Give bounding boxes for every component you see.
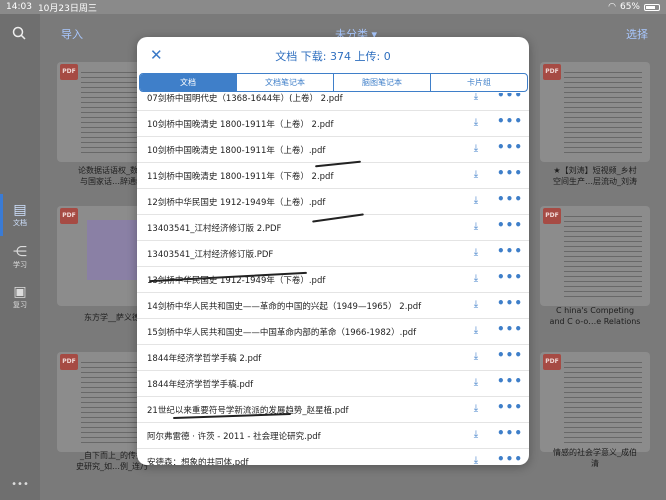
card-title: C hina's Competing and C o-o…e Relations [549,306,641,326]
more-options-icon[interactable]: ••• [497,452,523,465]
pdf-icon: PDF [60,208,78,224]
file-name: 12剑桥中华民国史 1912-1949年（上卷）.pdf [147,198,326,208]
download-icon[interactable]: ⤓ [470,143,482,155]
card-title: 情感的社会学意义_成伯清 [553,448,637,468]
more-options-icon[interactable]: ••• [497,218,523,232]
pdf-icon: PDF [543,208,561,224]
file-name: 11剑桥中国晚清史 1800-1911年（下卷） 2.pdf [147,172,334,182]
search-icon[interactable] [12,26,26,40]
file-row[interactable]: 13剑桥中华民国史 1912-1949年（下卷）.pdf ⤓ ••• [137,267,529,293]
file-name: 安德森：想象的共同体.pdf [147,458,249,465]
status-bar: 14:03 10月23日周三 ◠ 65% [0,0,666,14]
tab-document-notebooks[interactable]: 文档笔记本 [236,74,333,91]
more-options-icon[interactable]: ••• [497,296,523,310]
file-row[interactable]: 07剑桥中国明代史（1368-1644年）(上卷） 2.pdf ⤓ ••• [137,93,529,111]
file-name: 10剑桥中国晚清史 1800-1911年（上卷）.pdf [147,146,326,156]
file-name: 1844年经济学哲学手稿 2.pdf [147,354,262,364]
more-options-icon[interactable]: ••• [497,322,523,336]
card-title: ★【刘涛】短视频_乡村 空间生产…层流动_刘涛 [553,166,637,186]
more-options-icon[interactable]: ••• [497,374,523,388]
download-icon[interactable]: ⤓ [470,273,482,285]
documents-modal: ✕ 文档 下载: 374 上传: 0 文档 文档笔记本 脑图笔记本 卡片组 07… [137,37,529,465]
download-icon[interactable]: ⤓ [470,117,482,129]
document-card[interactable]: PDF [540,62,650,162]
download-icon[interactable]: ⤓ [470,325,482,337]
download-icon[interactable]: ⤓ [470,377,482,389]
battery-icon [644,3,660,11]
file-row[interactable]: 10剑桥中国晚清史 1800-1911年（上卷）.pdf ⤓ ••• [137,137,529,163]
share-icon: ⋲ [13,244,27,260]
file-row[interactable]: 1844年经济学哲学手稿 2.pdf ⤓ ••• [137,345,529,371]
download-icon[interactable]: ⤓ [470,221,482,233]
file-row[interactable]: 21世纪以来重要符号学新流派的发展趋势_赵星植.pdf ⤓ ••• [137,397,529,423]
file-name: 07剑桥中国明代史（1368-1644年）(上卷） 2.pdf [147,94,343,104]
sidebar-item-study[interactable]: ⋲ 学习 [0,244,40,270]
more-options-icon[interactable]: ••• [497,426,523,440]
file-name: 13403541_江村经济修订版 2.PDF [147,224,282,234]
status-date: 10月23日周三 [37,3,97,14]
sidebar-item-review[interactable]: ▣ 复习 [0,284,40,310]
more-options-icon[interactable]: ••• [497,93,523,102]
tab-documents[interactable]: 文档 [140,74,236,91]
download-icon[interactable]: ⤓ [470,169,482,181]
file-row[interactable]: 12剑桥中华民国史 1912-1949年（上卷）.pdf ⤓ ••• [137,189,529,215]
download-icon[interactable]: ⤓ [470,299,482,311]
download-icon[interactable]: ⤓ [470,429,482,441]
file-row[interactable]: 13403541_江村经济修订版.PDF ⤓ ••• [137,241,529,267]
file-row[interactable]: 阿尔弗雷德 · 许茨 - 2011 - 社会理论研究.pdf ⤓ ••• [137,423,529,449]
more-options-icon[interactable]: ••• [497,244,523,258]
file-name: 13403541_江村经济修订版.PDF [147,250,274,260]
modal-title: 文档 下载: 374 上传: 0 [275,50,391,63]
more-options-icon[interactable]: ••• [497,270,523,284]
download-icon[interactable]: ⤓ [470,455,482,465]
file-name: 15剑桥中华人民共和国史——中国革命内部的革命（1966-1982）.pdf [147,328,417,338]
document-icon: ▤ [13,202,27,218]
file-row[interactable]: 15剑桥中华人民共和国史——中国革命内部的革命（1966-1982）.pdf ⤓ •… [137,319,529,345]
pdf-icon: PDF [60,64,78,80]
pdf-icon: PDF [543,64,561,80]
file-row[interactable]: 14剑桥中华人民共和国史——革命的中国的兴起（1949—1965） 2.pdf ⤓… [137,293,529,319]
file-row[interactable]: 1844年经济学哲学手稿.pdf ⤓ ••• [137,371,529,397]
file-name: 1844年经济学哲学手稿.pdf [147,380,254,390]
download-icon[interactable]: ⤓ [470,247,482,259]
file-row[interactable]: 10剑桥中国晚清史 1800-1911年（上卷） 2.pdf ⤓ ••• [137,111,529,137]
more-options-icon[interactable]: ••• [497,400,523,414]
download-icon[interactable]: ⤓ [470,351,482,363]
tab-bar: 文档 文档笔记本 脑图笔记本 卡片组 [139,73,528,92]
sidebar-more-button[interactable]: ••• [0,479,40,490]
sidebar-item-label: 复习 [13,301,27,309]
more-options-icon[interactable]: ••• [497,166,523,180]
status-time: 14:03 [6,2,32,12]
modal-header: ✕ 文档 下载: 374 上传: 0 [137,37,529,73]
file-name: 14剑桥中华人民共和国史——革命的中国的兴起（1949—1965） 2.pdf [147,302,422,312]
sidebar-item-label: 文档 [13,219,27,227]
select-button[interactable]: 选择 [626,26,648,42]
sidebar: ▤ 文档 ⋲ 学习 ▣ 复习 ••• [0,14,40,500]
file-name: 10剑桥中国晚清史 1800-1911年（上卷） 2.pdf [147,120,334,130]
file-row[interactable]: 11剑桥中国晚清史 1800-1911年（下卷） 2.pdf ⤓ ••• [137,163,529,189]
pdf-icon: PDF [60,354,78,370]
document-card[interactable]: PDF [540,352,650,452]
tab-mindmap-notebooks[interactable]: 脑图笔记本 [333,74,430,91]
file-list: 07剑桥中国明代史（1368-1644年）(上卷） 2.pdf ⤓ ••• 10剑桥… [137,93,529,465]
more-options-icon[interactable]: ••• [497,348,523,362]
tab-card-decks[interactable]: 卡片组 [430,74,527,91]
sidebar-item-documents[interactable]: ▤ 文档 [0,202,40,228]
more-options-icon[interactable]: ••• [497,192,523,206]
battery-percent: 65% [619,2,640,12]
sidebar-item-label: 学习 [13,261,27,269]
file-name: 阿尔弗雷德 · 许茨 - 2011 - 社会理论研究.pdf [147,432,321,442]
more-options-icon[interactable]: ••• [497,140,523,154]
download-icon[interactable]: ⤓ [470,93,482,103]
file-row[interactable]: 安德森：想象的共同体.pdf ⤓ ••• [137,449,529,465]
more-options-icon[interactable]: ••• [497,114,523,128]
download-icon[interactable]: ⤓ [470,195,482,207]
wifi-icon: ◠ [608,2,616,12]
import-button[interactable]: 导入 [61,26,83,42]
document-card[interactable]: PDF [540,206,650,306]
clipboard-icon: ▣ [13,284,27,300]
pdf-icon: PDF [543,354,561,370]
download-icon[interactable]: ⤓ [470,403,482,415]
